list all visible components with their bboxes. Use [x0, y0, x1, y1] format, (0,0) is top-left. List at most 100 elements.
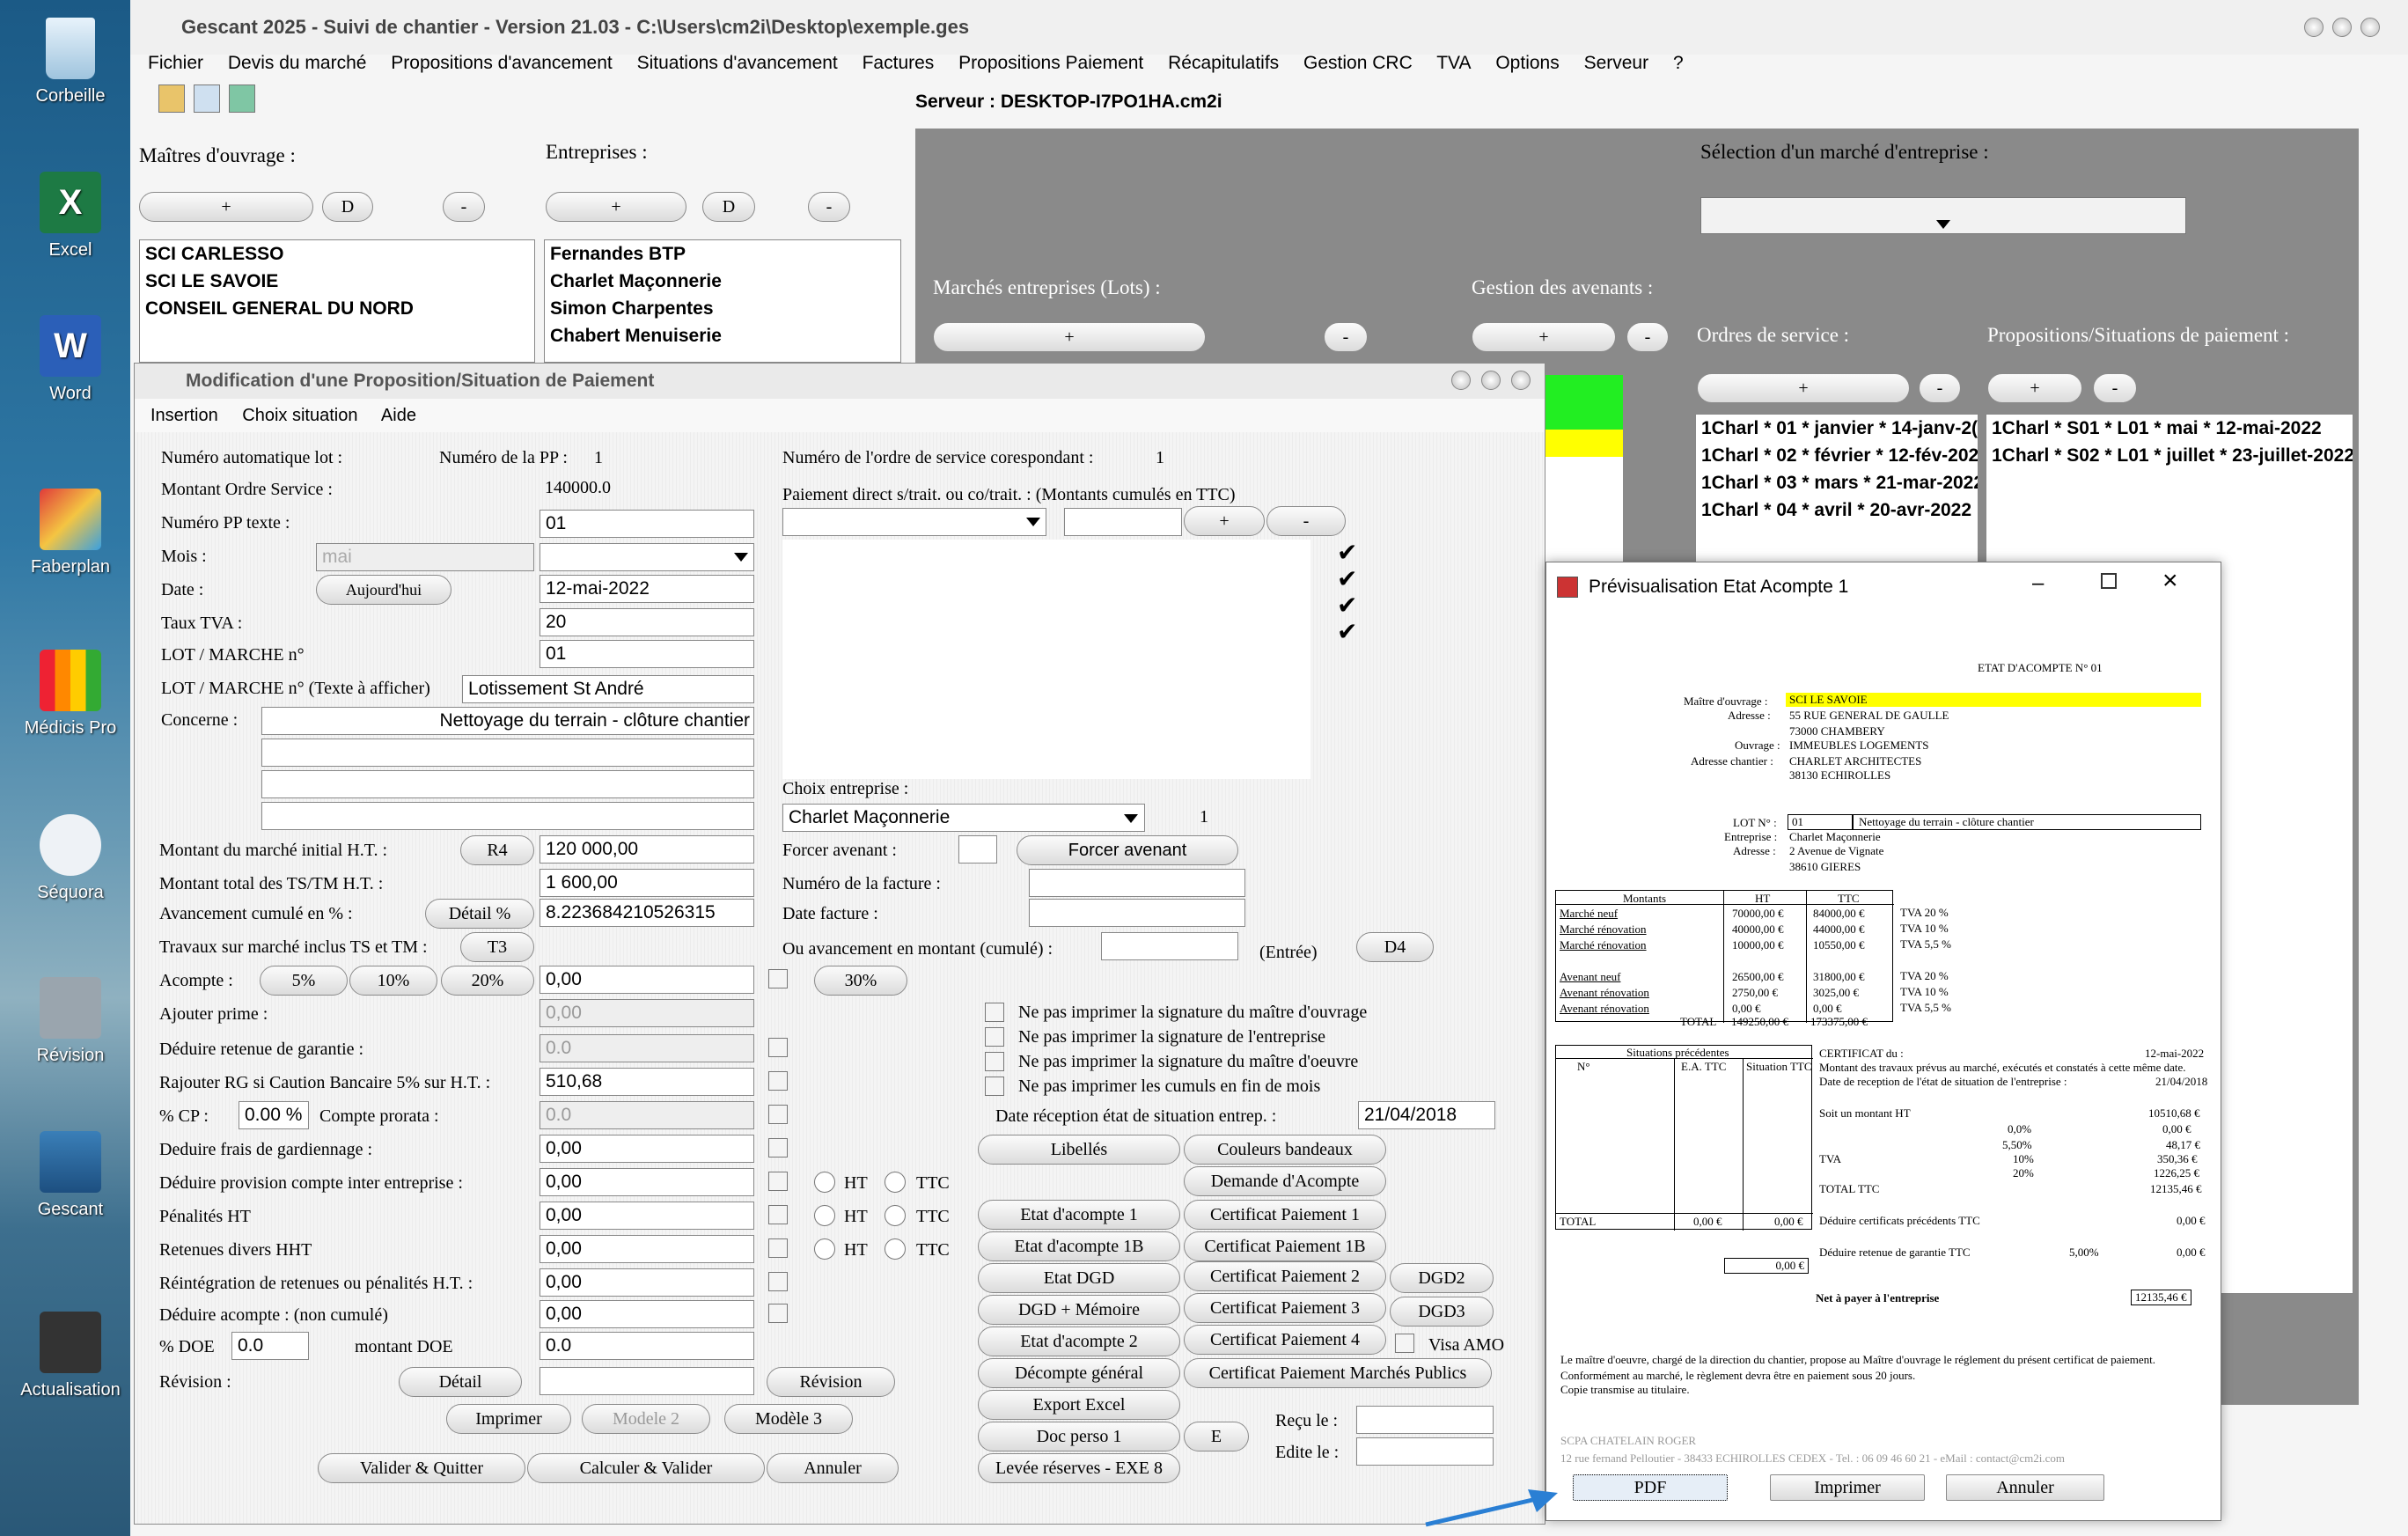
remove-avenant-button[interactable]: -	[1626, 322, 1669, 352]
remove-ordre-button[interactable]: -	[1919, 373, 1961, 403]
menu-gestion-crc[interactable]: Gestion CRC	[1303, 53, 1413, 73]
r4-button[interactable]: R4	[460, 835, 534, 865]
penalites-checkbox[interactable]	[768, 1205, 788, 1224]
list-item[interactable]: CONSEIL GENERAL DU NORD	[140, 295, 534, 322]
menu-choix-situation[interactable]: Choix situation	[242, 406, 357, 425]
menu-fichier[interactable]: Fichier	[148, 53, 203, 73]
close-icon[interactable]: ×	[2162, 566, 2178, 596]
dgd-memoire-button[interactable]: DGD + Mémoire	[978, 1295, 1180, 1325]
minimize-icon[interactable]: –	[2032, 571, 2044, 596]
remove-marche-button[interactable]: -	[1324, 322, 1368, 352]
export-excel-button[interactable]: Export Excel	[978, 1390, 1180, 1420]
penalites-ttc-radio[interactable]	[885, 1205, 906, 1226]
menu-recapitulatifs[interactable]: Récapitulatifs	[1168, 53, 1279, 73]
retenue-checkbox[interactable]	[768, 1038, 788, 1057]
recu-input[interactable]	[1356, 1406, 1494, 1434]
desktop-icon-faberplan[interactable]: Faberplan	[13, 489, 128, 577]
menu-propositions-avancement[interactable]: Propositions d'avancement	[391, 53, 613, 73]
num-facture-input[interactable]	[1029, 869, 1245, 897]
imprimer-button[interactable]: Imprimer	[446, 1404, 571, 1434]
retenues-ht-radio[interactable]	[814, 1238, 835, 1260]
provision-ttc-radio[interactable]	[885, 1172, 906, 1193]
add-marche-button[interactable]: +	[933, 322, 1206, 352]
visa-amo-checkbox[interactable]	[1395, 1334, 1414, 1353]
rg-checkbox[interactable]	[768, 1071, 788, 1091]
mois-input[interactable]: mai	[316, 543, 534, 571]
add-avenant-button[interactable]: +	[1472, 322, 1616, 352]
list-item[interactable]: 1Charl * 01 * janvier * 14-janv-2(	[1696, 415, 1978, 442]
acompte-5-button[interactable]: 5%	[260, 966, 348, 996]
d4-button[interactable]: D4	[1356, 932, 1434, 962]
menu-tva[interactable]: TVA	[1436, 53, 1471, 73]
libelles-button[interactable]: Libellés	[978, 1135, 1180, 1165]
print-button[interactable]: Imprimer	[1770, 1474, 1925, 1501]
reintegration-input[interactable]: 0,00	[540, 1268, 754, 1297]
detail-maitre-button[interactable]: D	[322, 192, 373, 222]
lot-input[interactable]: 01	[540, 640, 754, 668]
open-folder-icon[interactable]	[158, 85, 185, 113]
desktop-icon-gescant[interactable]: Gescant	[13, 1131, 128, 1220]
revision-input[interactable]	[540, 1367, 754, 1395]
pp-texte-input[interactable]: 01	[540, 510, 754, 538]
acompte-10-button[interactable]: 10%	[349, 966, 437, 996]
list-item[interactable]: SCI CARLESSO	[140, 240, 534, 268]
deduire-acompte-checkbox[interactable]	[768, 1304, 788, 1323]
cp-input[interactable]: 0.00 %	[239, 1101, 309, 1129]
provision-ht-radio[interactable]	[814, 1172, 835, 1193]
acompte-30-button[interactable]: 30%	[814, 966, 907, 996]
lot-texte-input[interactable]: Lotissement St André	[462, 675, 754, 703]
doe-input[interactable]: 0.0	[231, 1332, 309, 1360]
etat-dgd-button[interactable]: Etat DGD	[978, 1263, 1180, 1293]
signature-ent-checkbox[interactable]	[985, 1027, 1004, 1047]
retenue-input[interactable]: 0.0	[540, 1034, 754, 1062]
maximize-icon[interactable]	[2101, 573, 2117, 589]
desktop-icon-excel[interactable]: X Excel	[13, 172, 128, 261]
add-entreprise-button[interactable]: +	[546, 192, 686, 222]
date-facture-input[interactable]	[1029, 899, 1245, 927]
close-button[interactable]	[2360, 18, 2380, 37]
acompte-20-button[interactable]: 20%	[441, 966, 534, 996]
retenues-ttc-radio[interactable]	[885, 1238, 906, 1260]
menu-serveur[interactable]: Serveur	[1584, 53, 1649, 73]
certificat-2-button[interactable]: Certificat Paiement 2	[1184, 1261, 1386, 1291]
menu-help[interactable]: ?	[1673, 53, 1684, 73]
detail-entreprise-button[interactable]: D	[702, 192, 755, 222]
paiement-direct-select[interactable]	[782, 508, 1046, 536]
menu-situations[interactable]: Situations d'avancement	[637, 53, 838, 73]
concerne-input-4[interactable]	[261, 802, 754, 830]
paiement-direct-amount[interactable]	[1064, 508, 1182, 536]
menu-factures[interactable]: Factures	[863, 53, 935, 73]
acompte-checkbox[interactable]	[768, 969, 788, 988]
edite-input[interactable]	[1356, 1437, 1494, 1466]
etat-acompte-1-button[interactable]: Etat d'acompte 1	[978, 1200, 1180, 1230]
add-prop-button[interactable]: +	[1987, 373, 2082, 403]
annuler-button[interactable]: Annuler	[767, 1453, 899, 1483]
provision-checkbox[interactable]	[768, 1172, 788, 1191]
certificat-4-button[interactable]: Certificat Paiement 4	[1184, 1325, 1386, 1355]
t3-button[interactable]: T3	[460, 932, 534, 962]
list-item[interactable]: Charlet Maçonnerie	[545, 268, 900, 295]
add-maitre-button[interactable]: +	[139, 192, 313, 222]
ts-input[interactable]: 1 600,00	[540, 869, 754, 897]
add-ordre-button[interactable]: +	[1697, 373, 1910, 403]
demande-acompte-button[interactable]: Demande d'Acompte	[1184, 1166, 1386, 1196]
menu-insertion[interactable]: Insertion	[150, 406, 218, 425]
close-button[interactable]	[1511, 371, 1531, 390]
list-item[interactable]: Fernandes BTP	[545, 240, 900, 268]
revision-button[interactable]: Révision	[767, 1367, 895, 1397]
certificat-marches-publics-button[interactable]: Certificat Paiement Marchés Publics	[1184, 1358, 1492, 1388]
montant-doe-input[interactable]: 0.0	[540, 1332, 754, 1360]
desktop-icon-revision[interactable]: Révision	[13, 977, 128, 1066]
detail-pct-button[interactable]: Détail %	[425, 899, 534, 929]
desktop-icon-corbeille[interactable]: Corbeille	[13, 18, 128, 107]
levee-reserves-button[interactable]: Levée réserves - EXE 8	[978, 1453, 1180, 1483]
maitres-list[interactable]: SCI CARLESSO SCI LE SAVOIE CONSEIL GENER…	[139, 239, 535, 363]
avancement-montant-input[interactable]	[1101, 932, 1238, 960]
desktop-icon-sequora[interactable]: Séquora	[13, 814, 128, 903]
detail-button[interactable]: Détail	[399, 1367, 522, 1397]
prorata-input[interactable]: 0.0	[540, 1101, 754, 1129]
pdf-button[interactable]: PDF	[1573, 1474, 1728, 1501]
provision-input[interactable]: 0,00	[540, 1168, 754, 1196]
doc-perso-1-button[interactable]: Doc perso 1	[978, 1422, 1180, 1451]
prorata-checkbox[interactable]	[768, 1105, 788, 1124]
